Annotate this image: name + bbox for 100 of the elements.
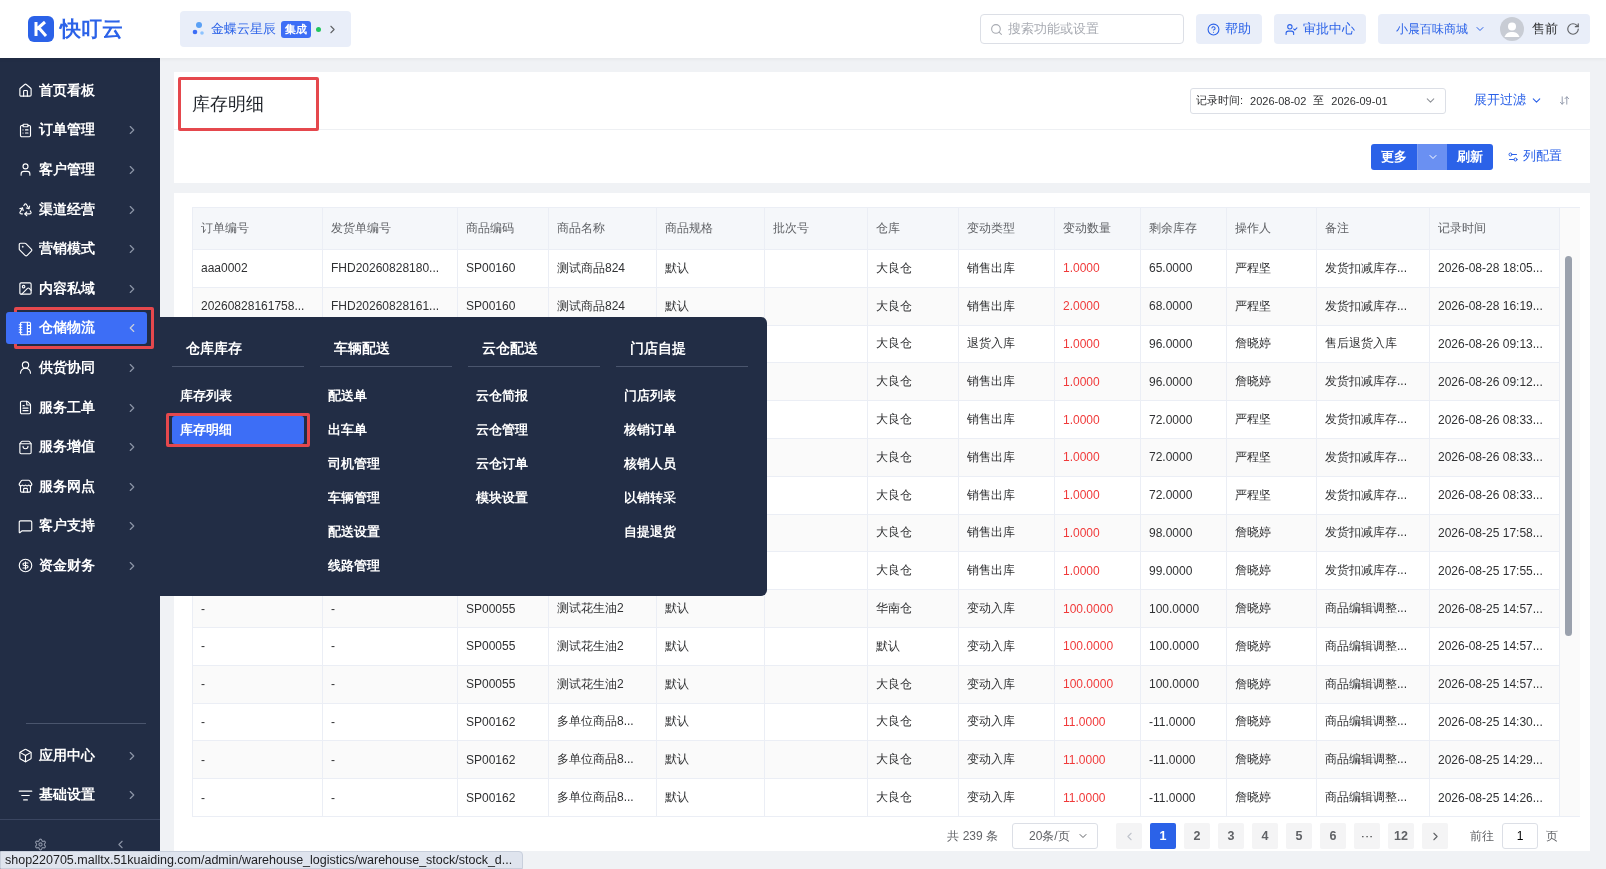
menu-item[interactable]: 线路管理	[320, 552, 452, 580]
store-icon	[18, 479, 33, 495]
menu-item[interactable]: 门店列表	[616, 382, 748, 410]
table-cell: 默认	[657, 779, 765, 817]
table-cell: 詹晓婷	[1227, 779, 1317, 817]
menu-heading: 云仓配送	[468, 331, 600, 367]
table-cell: 100.0000	[1055, 627, 1141, 666]
menu-heading: 车辆配送	[320, 331, 452, 367]
settings-icon[interactable]	[33, 838, 47, 851]
scrollbar-thumb[interactable]	[1565, 256, 1572, 636]
table-cell: 发货扣减库存...	[1317, 439, 1430, 477]
table-cell: 销售出库	[959, 476, 1055, 515]
table-cell: 100.0000	[1055, 590, 1141, 628]
total-count: 共 239 条	[947, 827, 998, 845]
table-cell: 发货扣减库存...	[1317, 287, 1430, 326]
expand-filter-link[interactable]: 展开过滤	[1468, 91, 1549, 110]
menu-item[interactable]: 核销订单	[616, 416, 748, 444]
table-cell: -	[193, 779, 323, 817]
menu-item[interactable]: 模块设置	[468, 484, 600, 512]
menu-item[interactable]: 出车单	[320, 416, 452, 444]
table-cell: 销售出库	[959, 401, 1055, 439]
table-cell: 大良仓	[868, 665, 959, 704]
table-cell: 严程坚	[1227, 401, 1317, 439]
table-cell: 变动入库	[959, 627, 1055, 666]
nav-item[interactable]: 资金财务	[6, 549, 147, 582]
user-icon	[18, 360, 33, 376]
table-cell: -	[323, 627, 458, 666]
table-cell: 100.0000	[1055, 665, 1141, 704]
nav-item[interactable]: 应用中心	[6, 739, 147, 772]
table-cell: 詹晓婷	[1227, 627, 1317, 666]
menu-item[interactable]: 云仓订单	[468, 450, 600, 478]
more-pages-button[interactable]: ···	[1354, 823, 1380, 849]
table-cell: 测试花生油2	[549, 665, 657, 704]
page-button[interactable]: 1	[1150, 823, 1176, 849]
page-button[interactable]: 5	[1286, 823, 1312, 849]
table-cell: 发货扣减库存...	[1317, 401, 1430, 439]
menu-item[interactable]: 核销人员	[616, 450, 748, 478]
nav-item[interactable]: 客户管理	[6, 154, 147, 186]
user-name: 售前	[1532, 20, 1558, 38]
table-cell: 65.0000	[1141, 250, 1227, 288]
table-cell: 100.0000	[1141, 590, 1227, 628]
nav-item[interactable]: 首页看板	[6, 74, 147, 107]
menu-item[interactable]: 车辆管理	[320, 484, 452, 512]
table-cell: 100.0000	[1141, 665, 1227, 704]
nav-item[interactable]: 服务增值	[6, 431, 147, 464]
table-cell: 72.0000	[1141, 476, 1227, 515]
nav-item[interactable]: 服务工单	[6, 391, 147, 424]
sort-icon[interactable]	[1559, 95, 1570, 106]
table-cell: 2.0000	[1055, 287, 1141, 326]
integration-badge: 集成	[281, 20, 311, 38]
store-select[interactable]: 小晨百味商城	[1378, 14, 1496, 44]
nav-item[interactable]: 仓储物流	[6, 312, 147, 345]
menu-item[interactable]: 云仓简报	[468, 382, 600, 410]
table-cell: 11.0000	[1055, 779, 1141, 817]
table-cell: 变动入库	[959, 590, 1055, 628]
page-button[interactable]: 3	[1218, 823, 1244, 849]
table-cell: 大良仓	[868, 476, 959, 515]
logo-icon	[28, 16, 54, 42]
dropdown-button[interactable]	[1417, 143, 1447, 170]
next-page-button[interactable]	[1422, 823, 1448, 849]
refresh-icon[interactable]	[1566, 22, 1580, 36]
menu-item[interactable]: 云仓管理	[468, 416, 600, 444]
help-button[interactable]: 帮助	[1196, 14, 1262, 44]
date-range-field[interactable]: 记录时间: 2026-08-02 至 2026-09-01	[1190, 87, 1446, 114]
page-title: 库存明细	[192, 92, 264, 116]
menu-item[interactable]: 配送设置	[320, 518, 452, 546]
nav-item[interactable]: 客户支持	[6, 510, 147, 543]
table-cell: 发货扣减库存...	[1317, 476, 1430, 515]
search-field[interactable]: 搜索功能或设置	[980, 14, 1184, 44]
page-button[interactable]: 4	[1252, 823, 1278, 849]
table-cell: SP00055	[458, 665, 549, 704]
nav-item[interactable]: 服务网点	[6, 470, 147, 503]
nav-item[interactable]: 营销模式	[6, 233, 147, 266]
document-icon	[18, 400, 33, 416]
menu-item[interactable]: 配送单	[320, 382, 452, 410]
page-button[interactable]: 2	[1184, 823, 1210, 849]
nav-item[interactable]: 供货协同	[6, 351, 147, 384]
nav-item[interactable]: 渠道经营	[6, 193, 147, 226]
page-input[interactable]: 1	[1502, 823, 1538, 849]
page-button[interactable]: 6	[1320, 823, 1346, 849]
integration-button[interactable]: 金蝶云星辰 集成	[180, 11, 351, 47]
menu-item[interactable]: 司机管理	[320, 450, 452, 478]
nav-item[interactable]: 订单管理	[6, 114, 147, 147]
table-cell: 默认	[657, 665, 765, 704]
more-button[interactable]: 更多	[1371, 143, 1417, 170]
notebook-icon	[18, 320, 33, 336]
goto-label: 前往	[1470, 827, 1494, 845]
nav-item[interactable]: 内容私域	[6, 272, 147, 305]
column-settings-link[interactable]: 列配置	[1501, 147, 1568, 166]
page-button[interactable]: 12	[1388, 823, 1414, 849]
nav-item[interactable]: 基础设置	[6, 779, 147, 812]
page-size-select[interactable]: 20条/页	[1012, 823, 1098, 849]
menu-item[interactable]: 以销转采	[616, 484, 748, 512]
menu-item[interactable]: 库存列表	[172, 382, 304, 410]
table-cell: 商品编辑调整...	[1317, 779, 1430, 817]
menu-item[interactable]: 自提退货	[616, 518, 748, 546]
menu-item[interactable]: 库存明细	[172, 416, 304, 444]
avatar[interactable]	[1500, 17, 1524, 41]
approval-button[interactable]: 审批中心	[1274, 14, 1366, 44]
refresh-button[interactable]: 刷新	[1447, 143, 1493, 170]
